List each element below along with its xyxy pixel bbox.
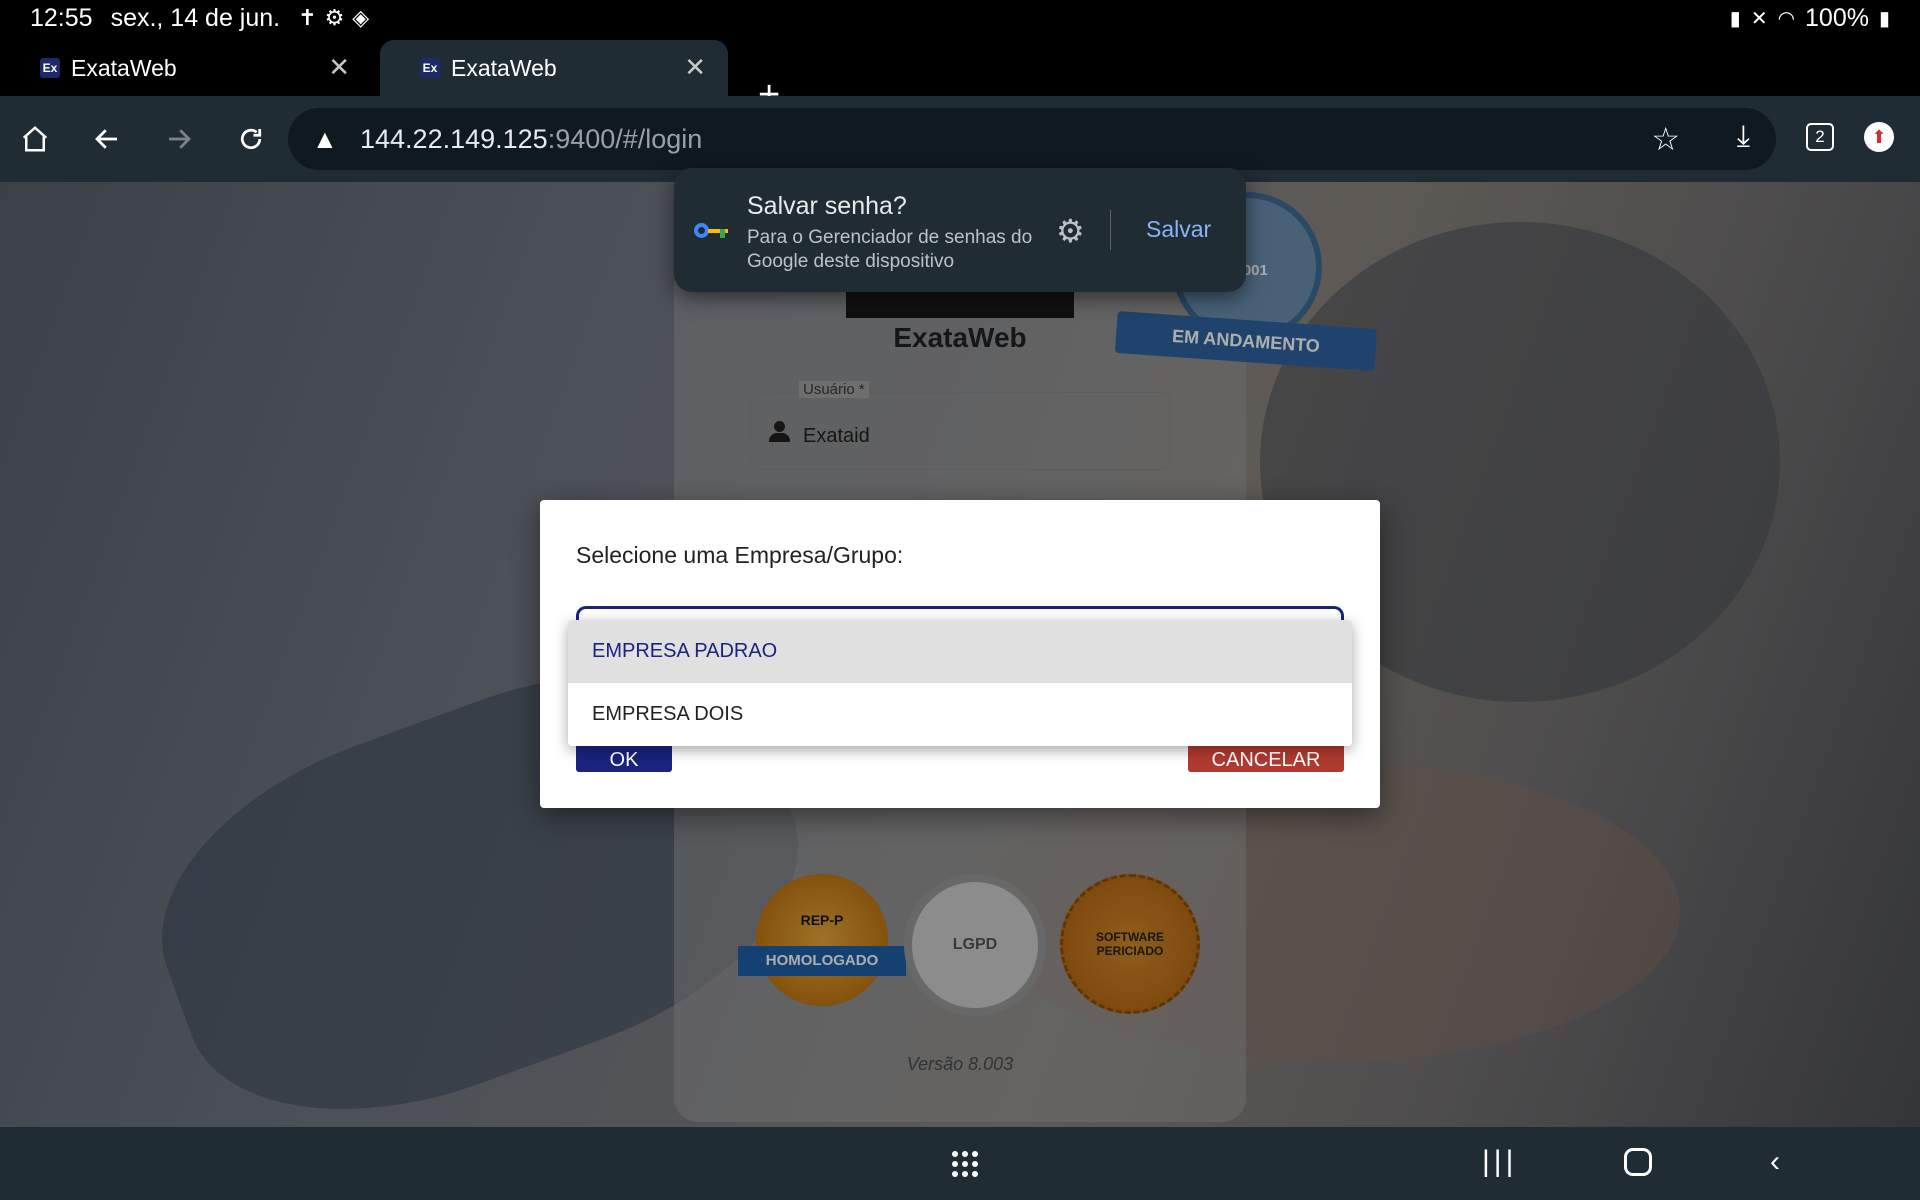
address-bar[interactable]: ▲ 144.22.149.125:9400/#/login ☆ ⤓ xyxy=(288,108,1776,170)
url-path: :9400/#/login xyxy=(547,124,703,154)
accessibility-icon: ✝ xyxy=(298,5,317,30)
tab-label: ExataWeb xyxy=(451,54,557,81)
company-dropdown-menu: EMPRESA PADRAO EMPRESA DOIS xyxy=(568,620,1352,746)
tab-label: ExataWeb xyxy=(71,54,177,81)
url-host: 144.22.149.125 xyxy=(360,124,548,154)
tab-switcher-button[interactable]: 2 xyxy=(1806,123,1834,151)
settings-notification-icon: ⚙ xyxy=(324,5,345,30)
password-key-icon xyxy=(694,222,734,240)
status-date: sex., 14 de jun. xyxy=(110,3,281,32)
save-password-subtitle: Para o Gerenciador de senhas do Google d… xyxy=(747,227,1033,272)
back-button[interactable] xyxy=(84,116,130,162)
home-icon xyxy=(22,126,48,152)
home-button[interactable] xyxy=(12,116,58,162)
home-nav-button[interactable] xyxy=(1624,1148,1652,1176)
forward-button[interactable] xyxy=(156,116,202,162)
reload-icon xyxy=(240,128,262,150)
mute-icon: ✕ xyxy=(1750,7,1768,30)
bookmark-star-icon[interactable]: ☆ xyxy=(1651,120,1680,158)
url-text: 144.22.149.125:9400/#/login xyxy=(360,124,702,155)
status-bar: 12:55 sex., 14 de jun. ✝ ⚙ ◈ ▮ ✕ ◠ 100% … xyxy=(0,0,1920,36)
reload-button[interactable] xyxy=(228,116,274,162)
download-icon[interactable]: ⤓ xyxy=(1737,120,1750,154)
battery-saver-icon: ▮ xyxy=(1729,7,1741,30)
exataweb-favicon-icon: Ex xyxy=(40,58,60,78)
status-notification-icons: ✝ ⚙ ◈ xyxy=(298,5,369,31)
gear-icon[interactable]: ⚙ xyxy=(1056,212,1085,250)
status-time: 12:55 xyxy=(30,3,93,32)
battery-icon: ▮ xyxy=(1878,7,1890,30)
exataweb-favicon-icon: Ex xyxy=(420,58,440,78)
save-password-title: Salvar senha? xyxy=(747,192,907,220)
dialog-title: Selecione uma Empresa/Grupo: xyxy=(576,542,904,568)
tab-strip: Ex ExataWeb ✕ Ex ExataWeb ✕ + xyxy=(0,36,1920,114)
tab-exataweb-1[interactable]: Ex ExataWeb ✕ xyxy=(0,40,372,96)
status-right: ▮ ✕ ◠ 100% ▮ xyxy=(1730,4,1890,33)
option-empresa-dois[interactable]: EMPRESA DOIS xyxy=(568,683,1352,746)
recents-button[interactable]: ||| xyxy=(1482,1145,1517,1179)
not-secure-warning-icon[interactable]: ▲ xyxy=(312,124,338,155)
battery-percent: 100% xyxy=(1805,3,1869,32)
system-nav-bar: ||| ‹ xyxy=(0,1127,1920,1200)
cast-icon: ◈ xyxy=(352,5,370,30)
close-icon[interactable]: ✕ xyxy=(684,52,706,83)
divider xyxy=(1110,210,1111,250)
arrow-right-icon xyxy=(169,129,191,149)
app-drawer-icon[interactable] xyxy=(952,1151,978,1177)
back-nav-button[interactable]: ‹ xyxy=(1770,1145,1780,1179)
update-profile-icon[interactable]: ⬆ xyxy=(1864,122,1894,152)
arrow-left-icon xyxy=(95,129,117,149)
save-password-prompt: Salvar senha? Para o Gerenciador de senh… xyxy=(674,168,1246,292)
option-empresa-padrao[interactable]: EMPRESA PADRAO xyxy=(568,620,1352,683)
save-password-button[interactable]: Salvar xyxy=(1146,216,1211,243)
wifi-icon: ◠ xyxy=(1777,7,1796,30)
tab-exataweb-2[interactable]: Ex ExataWeb ✕ xyxy=(380,40,728,96)
close-icon[interactable]: ✕ xyxy=(328,52,350,83)
